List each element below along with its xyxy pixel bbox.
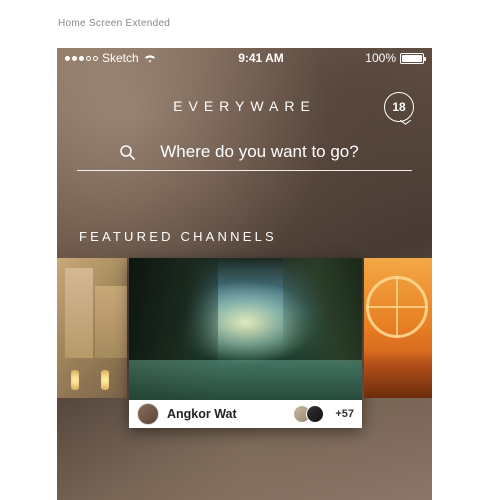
battery-percent: 100% (365, 51, 396, 65)
section-title: FEATURED CHANNELS (79, 229, 432, 244)
status-time: 9:41 AM (238, 51, 284, 65)
status-left: Sketch (65, 51, 157, 65)
wifi-icon (143, 53, 157, 63)
carousel-card-active[interactable]: Angkor Wat +57 (129, 258, 362, 428)
castle-image (57, 258, 127, 398)
featured-carousel[interactable]: Angkor Wat +57 (57, 258, 432, 428)
search-field[interactable] (77, 142, 412, 171)
carrier-label: Sketch (102, 51, 139, 65)
avatar (306, 405, 324, 423)
status-right: 100% (365, 51, 424, 65)
carousel-card-next[interactable] (364, 258, 432, 398)
battery-icon (400, 53, 424, 64)
messages-button[interactable]: 18 (384, 92, 414, 122)
search-icon (119, 144, 135, 160)
participant-extra-count: +57 (335, 408, 354, 420)
carousel-card-prev[interactable] (57, 258, 127, 398)
search-input[interactable] (149, 142, 370, 162)
lamp-icon (101, 370, 109, 390)
participant-avatars[interactable] (298, 405, 324, 423)
page-label: Home Screen Extended (0, 0, 500, 37)
messages-count: 18 (392, 100, 405, 114)
brand-title: EVERYWARE (57, 98, 432, 114)
phone-frame: Sketch 9:41 AM 100% EVERYWARE 18 FEATURE… (57, 48, 432, 500)
lamp-icon (71, 370, 79, 390)
crowd-image (364, 352, 432, 398)
card-caption: Angkor Wat +57 (129, 400, 362, 428)
signal-dots-icon (65, 56, 98, 61)
card-title: Angkor Wat (167, 407, 290, 421)
water-reflection (129, 360, 362, 400)
status-bar: Sketch 9:41 AM 100% (57, 48, 432, 68)
app-header: EVERYWARE 18 (57, 98, 432, 114)
author-avatar[interactable] (137, 403, 159, 425)
ferris-wheel-icon (366, 276, 428, 338)
